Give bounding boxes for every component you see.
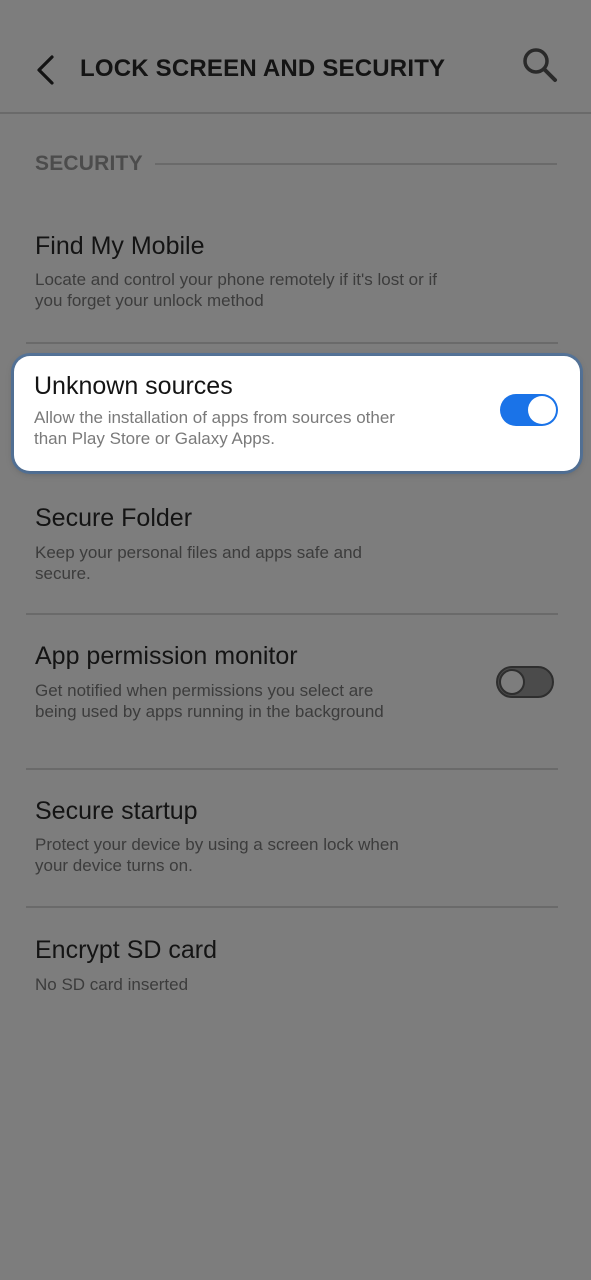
setting-secure-startup[interactable]: Secure startup Protect your device by us… (26, 785, 558, 905)
chevron-left-icon (37, 55, 54, 85)
section-title: SECURITY (35, 152, 143, 175)
divider (26, 342, 558, 344)
toggle-knob (528, 396, 556, 424)
setting-description: Locate and control your phone remotely i… (35, 270, 438, 310)
app-bar: LOCK SCREEN AND SECURITY (0, 0, 591, 114)
search-icon (523, 48, 557, 82)
section-divider (154, 163, 557, 165)
setting-description: Allow the installation of apps from sour… (34, 408, 395, 448)
setting-title: App permission monitor (35, 642, 298, 670)
setting-app-permission-monitor[interactable]: App permission monitor Get notified when… (26, 630, 558, 768)
setting-description: Protect your device by using a screen lo… (35, 835, 399, 875)
divider (26, 613, 558, 615)
setting-title: Secure startup (35, 797, 198, 825)
setting-find-my-mobile[interactable]: Find My Mobile Locate and control your p… (26, 220, 558, 340)
divider (26, 906, 558, 908)
app-permission-monitor-toggle[interactable] (496, 666, 554, 698)
setting-description: No SD card inserted (35, 975, 189, 994)
toggle-knob (499, 669, 525, 695)
setting-encrypt-sd-card[interactable]: Encrypt SD card No SD card inserted (26, 924, 558, 1014)
setting-title: Find My Mobile (35, 232, 205, 260)
setting-title: Unknown sources (34, 372, 233, 400)
setting-unknown-sources[interactable]: Unknown sources Allow the installation o… (14, 356, 580, 471)
divider (26, 768, 558, 770)
section-header: SECURITY (35, 152, 557, 176)
page-title: LOCK SCREEN AND SECURITY (80, 55, 446, 82)
setting-title: Encrypt SD card (35, 936, 218, 964)
unknown-sources-toggle[interactable] (500, 394, 558, 426)
search-button[interactable] (520, 45, 560, 85)
setting-secure-folder[interactable]: Secure Folder Keep your personal files a… (26, 492, 558, 612)
setting-title: Secure Folder (35, 504, 193, 532)
setting-description: Keep your personal files and apps safe a… (35, 543, 363, 583)
setting-description: Get notified when permissions you select… (35, 681, 384, 721)
back-button[interactable] (30, 50, 60, 90)
